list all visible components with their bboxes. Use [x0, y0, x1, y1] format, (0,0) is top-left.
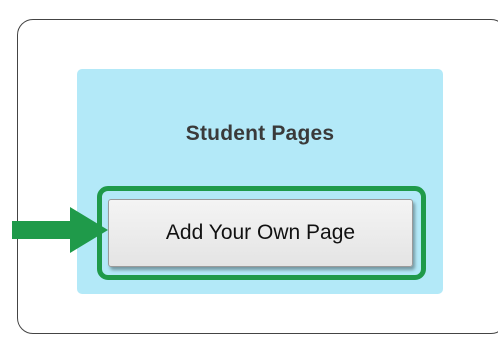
- arrow-right-icon: [12, 207, 108, 253]
- screenshot-stage: Student Pages Add Your Own Page: [0, 0, 498, 347]
- add-your-own-page-button[interactable]: Add Your Own Page: [108, 199, 413, 267]
- card-title: Student Pages: [185, 122, 335, 145]
